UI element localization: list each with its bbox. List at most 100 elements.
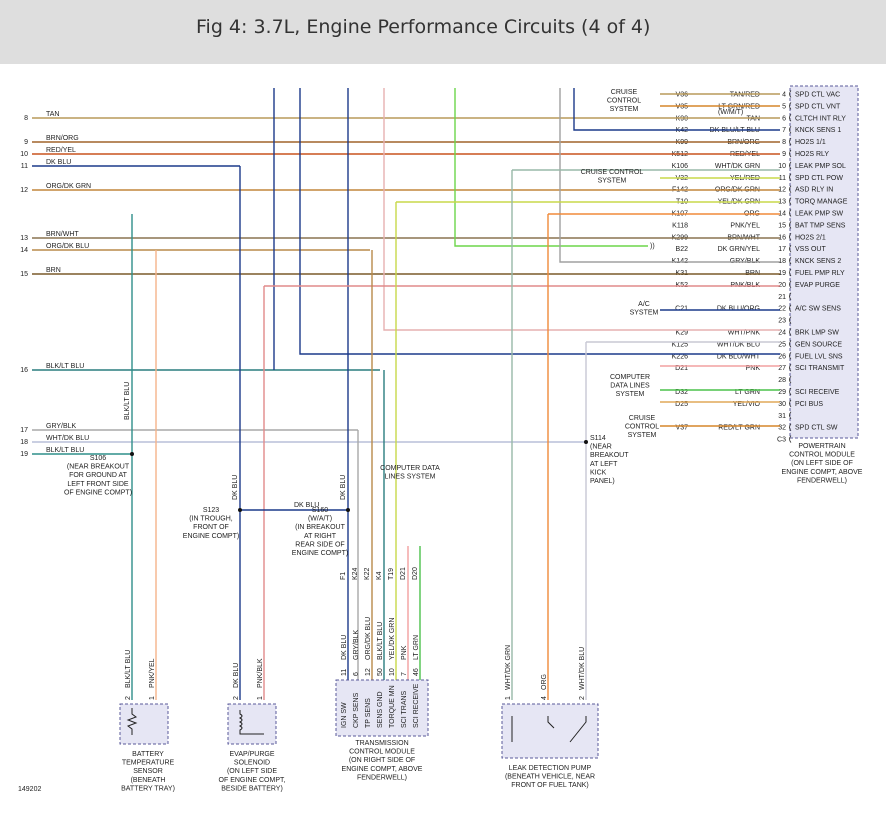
tcm-wire-color: ORG/DK BLU — [365, 617, 372, 660]
cruise-top-label-line: CRUISE — [611, 89, 638, 96]
wire-circuit-label: K22 — [364, 567, 371, 580]
pcm-label-line: FENDERWELL) — [797, 477, 847, 484]
pcm-pin-name: KNCK SENS 2 — [795, 258, 841, 265]
left-wire-color: WHT/DK BLU — [46, 435, 89, 442]
tcm-pin: 50 — [377, 668, 384, 676]
left-connector-number: 17 — [20, 427, 28, 434]
pcm-label-line: ENGINE COMPT, ABOVE — [782, 469, 863, 476]
s106-label-line: FOR GROUND AT — [69, 472, 128, 479]
pcm-pin-name: PCI BUS — [795, 401, 823, 408]
splice-s160 — [346, 508, 350, 512]
s106-label-line: S106 — [90, 455, 106, 462]
pcm-pin-number: 5 — [782, 103, 786, 110]
tcm-label-line: FENDERWELL) — [357, 774, 407, 781]
left-connector-number: 9 — [24, 139, 28, 146]
data-lines-vertical-label-line: COMPUTER DATA — [380, 465, 440, 472]
pcm-pin-name: ASD RLY IN — [795, 187, 833, 194]
left-wire-color: ORG/DK GRN — [46, 183, 91, 190]
pcm-pin-name: CLTCH INT RLY — [795, 115, 846, 122]
computer-data-label-line: SYSTEM — [616, 391, 645, 398]
battery-temp-label-line: TEMPERATURE — [122, 760, 175, 767]
leak-pump-label-line: FRONT OF FUEL TANK) — [511, 782, 589, 789]
pcm-pin-name: HO2S RLY — [795, 151, 829, 158]
left-connector-number: 13 — [20, 235, 28, 242]
pcm-pin-number: 8 — [782, 139, 786, 146]
battery-temp-sensor-box — [119, 703, 169, 745]
left-connector-number: 18 — [20, 439, 28, 446]
left-connector-number: 10 — [20, 151, 28, 158]
tcm-wire-color: YEL/DK GRN — [389, 618, 396, 660]
pcm-pin-number: 28 — [778, 377, 786, 384]
wire-label: DK BLU — [294, 502, 319, 509]
sensor-wire-color: BLK/LT BLU — [125, 650, 132, 688]
pcm-pin-name: SCI RECEIVE — [795, 389, 840, 396]
pcm-pin-name: LEAK PMP SOL — [795, 163, 846, 170]
pcm-pin-name: KNCK SENS 1 — [795, 127, 841, 134]
ac-system-label-line: SYSTEM — [630, 310, 659, 317]
wmt-note: (W/M/T) — [718, 109, 743, 116]
pcm-pin-name: EVAP PURGE — [795, 282, 840, 289]
wire-label: BLK/LT BLU — [124, 382, 131, 420]
computer-data-label-line: COMPUTER — [610, 374, 650, 381]
battery-temp-label-line: BATTERY — [132, 751, 164, 758]
tcm-pin-name: IGN SW — [341, 702, 348, 728]
solenoid-wire-color: DK BLU — [233, 663, 240, 688]
pcm-pin-name: HO2S 2/1 — [795, 234, 826, 241]
wire-circuit-label: D20 — [412, 567, 419, 580]
pcm-circuit-id: K118 — [672, 222, 688, 229]
solenoid-pin: 2 — [233, 696, 240, 700]
sensor-wire-color: PNK/YEL — [149, 658, 156, 688]
wire-label: DK BLU — [340, 475, 347, 500]
tcm-pin-name: SCI RECEIVE — [413, 683, 420, 728]
pcm-circuit-id: V35 — [676, 103, 689, 110]
pcm-pin-name: GEN SOURCE — [795, 341, 842, 348]
s106-label-line: OF ENGINE COMPT) — [64, 489, 132, 496]
pcm-wire-color: PNK/YEL — [730, 222, 760, 229]
sensor-pin: 1 — [149, 696, 156, 700]
evap-label-line: OF ENGINE COMPT, — [219, 777, 286, 784]
pump-wire-color: ORG — [541, 674, 548, 690]
pcm-circuit-id: C21 — [675, 306, 688, 313]
pcm-pin-name: HO2S 1/1 — [795, 139, 826, 146]
solenoid-wire-color: PNK/BLK — [257, 658, 264, 688]
pcm-pin-number: 6 — [782, 115, 786, 122]
wire-circuit-label: F1 — [340, 572, 347, 580]
s123-label-line: S123 — [203, 507, 219, 514]
left-wire-color: BRN/ORG — [46, 135, 79, 142]
tcm-wire-color: GRY/BLK — [353, 629, 360, 660]
pcm-pin-number: 7 — [782, 127, 786, 134]
tcm-pin: 10 — [389, 668, 396, 676]
evap-label-line: EVAP/PURGE — [230, 751, 275, 758]
pcm-pin-number: C3 — [777, 437, 786, 444]
pump-pin: 2 — [579, 696, 586, 700]
s114-label-line: (NEAR — [590, 444, 612, 451]
pcm-pin-name: SPD CTL VNT — [795, 103, 841, 110]
tcm-wire-color: BLK/LT BLU — [377, 622, 384, 660]
wire-circuit-label: K4 — [376, 571, 383, 580]
left-connector-number: 8 — [24, 115, 28, 122]
sensor-pin: 2 — [125, 696, 132, 700]
s114-label-line: AT LEFT — [590, 461, 618, 468]
s160-label-line: ENGINE COMPT) — [292, 550, 348, 557]
cruise-bottom-label-line: CRUISE — [629, 415, 656, 422]
pcm-label-line: (ON LEFT SIDE OF — [791, 460, 853, 467]
data-lines-vertical-label-line: LINES SYSTEM — [385, 474, 436, 481]
tcm-pin: 11 — [341, 669, 348, 676]
cruise-bottom-label-line: SYSTEM — [628, 432, 657, 439]
pcm-pin-name: SCI TRANSMIT — [795, 365, 845, 372]
battery-temp-label-line: (BENEATH — [131, 777, 166, 784]
tcm-pin: 7 — [401, 672, 408, 676]
pcm-wire-color: DK BLU/ORG — [717, 306, 760, 313]
cruise-top-label-line: SYSTEM — [610, 106, 639, 113]
pcm-pin-number: 10 — [778, 163, 786, 170]
evap-label-line: SOLENOID — [234, 760, 270, 767]
diagram-page: Fig 4: 3.7L, Engine Performance Circuits… — [0, 0, 886, 813]
tcm-pin-name: SENS GND — [377, 691, 384, 728]
tcm-pin: 46 — [413, 668, 420, 676]
tcm-pin: 6 — [353, 672, 360, 676]
wire-break: )) — [650, 243, 655, 250]
pcm-pin-name: TORQ MANAGE — [795, 199, 848, 206]
tcm-wire-color: LT GRN — [413, 635, 420, 660]
pcm-circuit-id: B22 — [676, 246, 689, 253]
pcm-wire-color: TAN/RED — [730, 92, 760, 99]
